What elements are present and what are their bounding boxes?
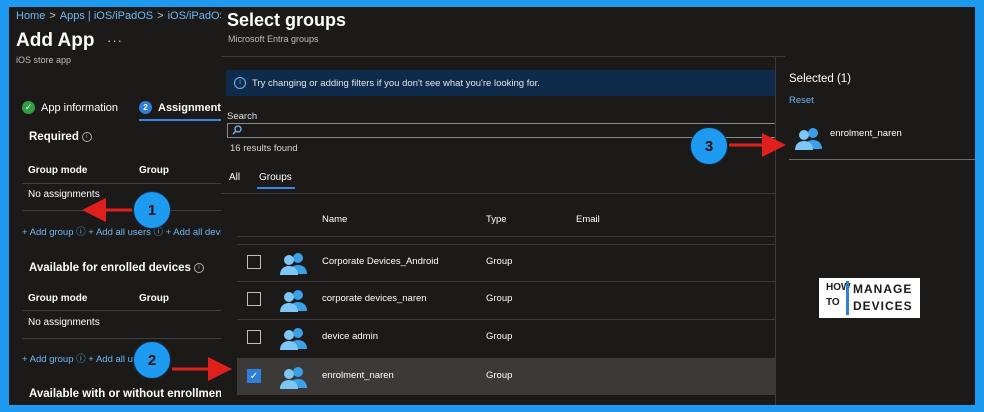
callout-badge-1: 1 [133, 191, 171, 229]
callout-badge-2: 2 [133, 341, 171, 379]
callout-badge-3: 3 [690, 127, 728, 165]
